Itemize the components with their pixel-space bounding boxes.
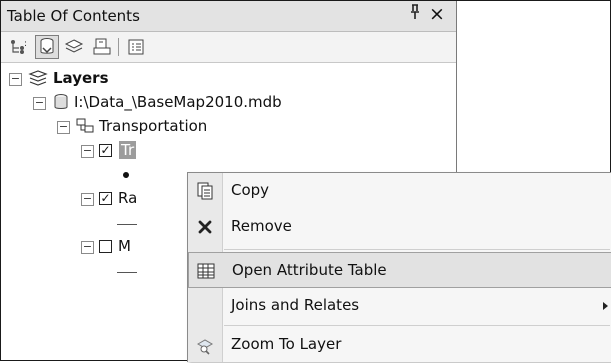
menu-item-label: Joins and Relates [231, 296, 360, 314]
selected-layer-label: Tr [119, 141, 137, 159]
layer-m-label: M [118, 237, 131, 255]
menu-item-open-attribute-table[interactable]: Open Attribute Table [188, 252, 611, 288]
layer-ra-label: Ra [118, 189, 138, 207]
list-by-visibility-icon[interactable] [63, 36, 85, 58]
menu-item-remove[interactable]: Remove [188, 209, 611, 245]
menu-item-joins-and-relates[interactable]: Joins and Relates [188, 288, 611, 324]
tree-row-dataset[interactable]: − Transportation [1, 115, 456, 139]
table-icon [196, 261, 216, 281]
menu-item-label: Remove [231, 217, 292, 235]
close-icon[interactable]: × [429, 3, 445, 25]
collapse-icon[interactable]: − [9, 73, 22, 86]
layers-label: Layers [53, 69, 109, 87]
toc-toolbar: : [1, 32, 456, 63]
options-icon[interactable] [125, 36, 147, 58]
menu-item-label: Copy [231, 181, 270, 199]
list-by-source-icon[interactable] [35, 35, 59, 59]
toolbar-separator [118, 38, 119, 56]
pin-icon[interactable] [409, 4, 421, 25]
menu-separator [224, 249, 610, 250]
toc-title-bar: Table Of Contents × [1, 1, 456, 32]
tree-row-selected-layer[interactable]: − ✓ Tr [1, 139, 191, 163]
point-symbol-icon [123, 172, 129, 178]
line-symbol-icon [117, 224, 137, 225]
collapse-icon[interactable]: − [33, 97, 46, 110]
tree-row-database[interactable]: − I:\Data_\BaseMap2010.mdb [1, 91, 456, 115]
layers-icon [28, 69, 48, 91]
collapse-icon[interactable]: − [81, 145, 94, 158]
layer-context-menu: Copy Remove Open Attribute Table Joins a… [187, 172, 611, 362]
submenu-arrow-icon [603, 302, 608, 310]
tree-row-symbol [1, 163, 191, 187]
zoom-to-layer-icon [195, 335, 215, 355]
layer-visibility-checkbox[interactable]: ✓ [99, 192, 112, 205]
dataset-label: Transportation [99, 117, 208, 135]
selected-layer-label-wrap: Tr [119, 141, 137, 159]
tree-row-layers[interactable]: − Layers [1, 67, 456, 91]
layer-visibility-checkbox[interactable] [99, 240, 112, 253]
feature-dataset-icon [76, 117, 94, 139]
tree-row-symbol [1, 211, 191, 235]
menu-item-copy[interactable]: Copy [188, 173, 611, 209]
collapse-icon[interactable]: − [57, 121, 70, 134]
list-by-selection-icon[interactable] [91, 36, 113, 58]
menu-separator [224, 325, 610, 326]
list-by-drawing-order-icon[interactable]: : [7, 36, 29, 58]
line-symbol-icon [117, 272, 137, 273]
database-label: I:\Data_\BaseMap2010.mdb [74, 93, 282, 111]
menu-item-label: Open Attribute Table [232, 261, 387, 279]
svg-text::: : [24, 39, 27, 49]
tree-row-symbol [1, 259, 191, 283]
layer-visibility-checkbox[interactable]: ✓ [99, 144, 112, 157]
tree-row-layer-m[interactable]: − M [1, 235, 191, 259]
tree-row-layer-ra[interactable]: − ✓ Ra [1, 187, 191, 211]
toc-title: Table Of Contents [7, 7, 140, 25]
collapse-icon[interactable]: − [81, 193, 94, 206]
copy-icon [195, 181, 215, 201]
collapse-icon[interactable]: − [81, 241, 94, 254]
menu-item-zoom-to-layer[interactable]: Zoom To Layer [188, 327, 611, 363]
remove-icon [195, 217, 215, 237]
menu-item-label: Zoom To Layer [231, 335, 342, 353]
database-icon [53, 93, 69, 115]
